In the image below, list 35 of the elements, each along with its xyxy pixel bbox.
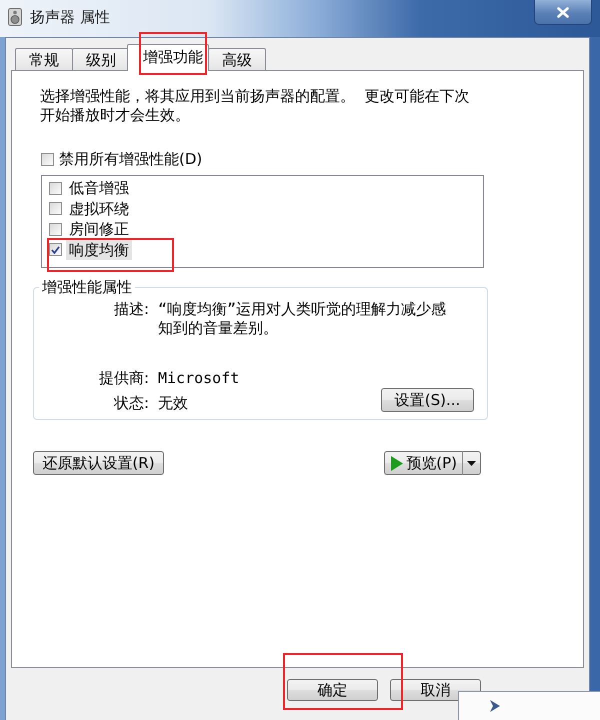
list-item-label[interactable]: 低音增强 — [66, 178, 132, 198]
close-icon — [557, 6, 569, 18]
list-item-label[interactable]: 虚拟环绕 — [66, 198, 132, 219]
tab[interactable]: 级别 — [72, 48, 130, 70]
settings-button[interactable]: 设置(S)... — [381, 388, 474, 412]
speaker-icon — [8, 8, 22, 26]
field-label: 描述: — [112, 300, 149, 320]
checkbox-label: 禁用所有增强性能(D) — [59, 151, 202, 168]
provider-value: Microsoft — [158, 369, 240, 388]
group-title: 增强性能属性 — [41, 278, 133, 297]
window-title: 扬声器 属性 — [30, 7, 110, 27]
list-item-label[interactable]: 响度均衡 — [66, 240, 132, 260]
checkbox[interactable] — [49, 222, 62, 236]
dialog-button[interactable]: 确定 — [287, 679, 378, 701]
tab[interactable]: 高级 — [208, 48, 266, 70]
arrow-icon — [490, 700, 500, 712]
play-icon — [391, 456, 404, 470]
checkbox[interactable] — [49, 243, 62, 256]
field-label: 提供商: — [98, 369, 149, 388]
checkbox[interactable] — [49, 202, 62, 216]
caret-icon — [467, 460, 476, 466]
restore-defaults-button[interactable]: 还原默认设置(R) — [33, 451, 164, 475]
preview-button[interactable]: 预览(P) — [384, 451, 463, 475]
close-button[interactable] — [534, 0, 592, 25]
list-item-label[interactable]: 房间修正 — [66, 219, 132, 240]
tab[interactable]: 常规 — [15, 48, 73, 70]
checkbox[interactable] — [41, 153, 54, 166]
field-label: 状态: — [112, 394, 149, 413]
checkbox[interactable] — [49, 182, 62, 195]
instruction-text: 选择增强性能，将其应用到当前扬声器的配置。 更改可能在下次开始播放时才会生效。 — [40, 87, 471, 125]
description-text: “响度均衡”运用对人类听觉的理解力减少感知到的音量差别。 — [158, 300, 448, 338]
status-value: 无效 — [158, 394, 188, 413]
dropdown-button[interactable] — [463, 451, 481, 475]
checkmark-icon — [51, 246, 60, 254]
tab[interactable]: 增强功能 — [127, 44, 209, 71]
